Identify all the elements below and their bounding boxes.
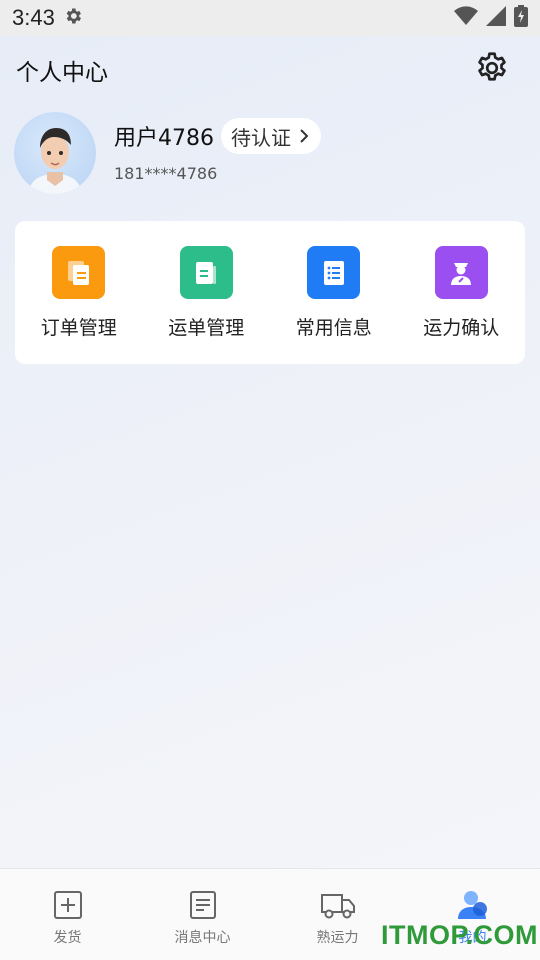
gear-icon: [474, 50, 510, 90]
tab-capacity[interactable]: 熟运力: [278, 889, 398, 947]
driver-icon: [434, 246, 488, 299]
function-card: 订单管理 运单管理 常用信息 运力确认: [15, 221, 525, 364]
status-bar: 3:43: [0, 0, 540, 36]
capacity-confirm-button[interactable]: 运力确认: [406, 246, 516, 340]
verify-status-label: 待认证: [231, 125, 291, 150]
user-icon: [456, 889, 490, 921]
verify-status-button[interactable]: 待认证: [221, 118, 321, 154]
plus-square-icon: [53, 889, 83, 921]
user-phone: 181****4786: [114, 164, 218, 183]
waybill-icon: [179, 246, 233, 299]
signal-icon: [486, 6, 506, 30]
settings-gear-icon: [63, 6, 83, 30]
function-label: 运单管理: [168, 317, 245, 339]
user-name: 用户4786: [114, 126, 214, 151]
watermark-logo: ITMOP.COM: [381, 920, 539, 950]
status-left: 3:43: [12, 5, 83, 31]
function-label: 常用信息: [295, 317, 372, 339]
tab-label: 发货: [53, 930, 82, 946]
tab-label: 熟运力: [316, 930, 359, 946]
status-time: 3:43: [12, 5, 55, 30]
function-label: 订单管理: [40, 317, 117, 339]
tab-ship[interactable]: 发货: [8, 889, 128, 947]
status-right: [454, 5, 528, 31]
order-management-button[interactable]: 订单管理: [24, 246, 134, 340]
message-doc-icon: [189, 889, 217, 921]
tab-messages[interactable]: 消息中心: [143, 889, 263, 947]
chevron-right-icon: [299, 124, 309, 148]
profile-section: 用户4786 待认证 181****4786: [14, 110, 526, 196]
info-list-icon: [307, 246, 361, 299]
battery-charging-icon: [514, 5, 528, 31]
tab-label: 消息中心: [174, 930, 231, 946]
header: 个人中心: [16, 48, 512, 92]
waybill-management-button[interactable]: 运单管理: [151, 246, 261, 340]
function-label: 运力确认: [423, 317, 500, 339]
wifi-icon: [454, 6, 478, 30]
order-icon: [52, 246, 106, 299]
avatar[interactable]: [14, 112, 96, 194]
settings-button[interactable]: [472, 50, 512, 90]
common-info-button[interactable]: 常用信息: [279, 246, 389, 340]
truck-icon: [320, 889, 356, 921]
page-title: 个人中心: [16, 60, 108, 86]
